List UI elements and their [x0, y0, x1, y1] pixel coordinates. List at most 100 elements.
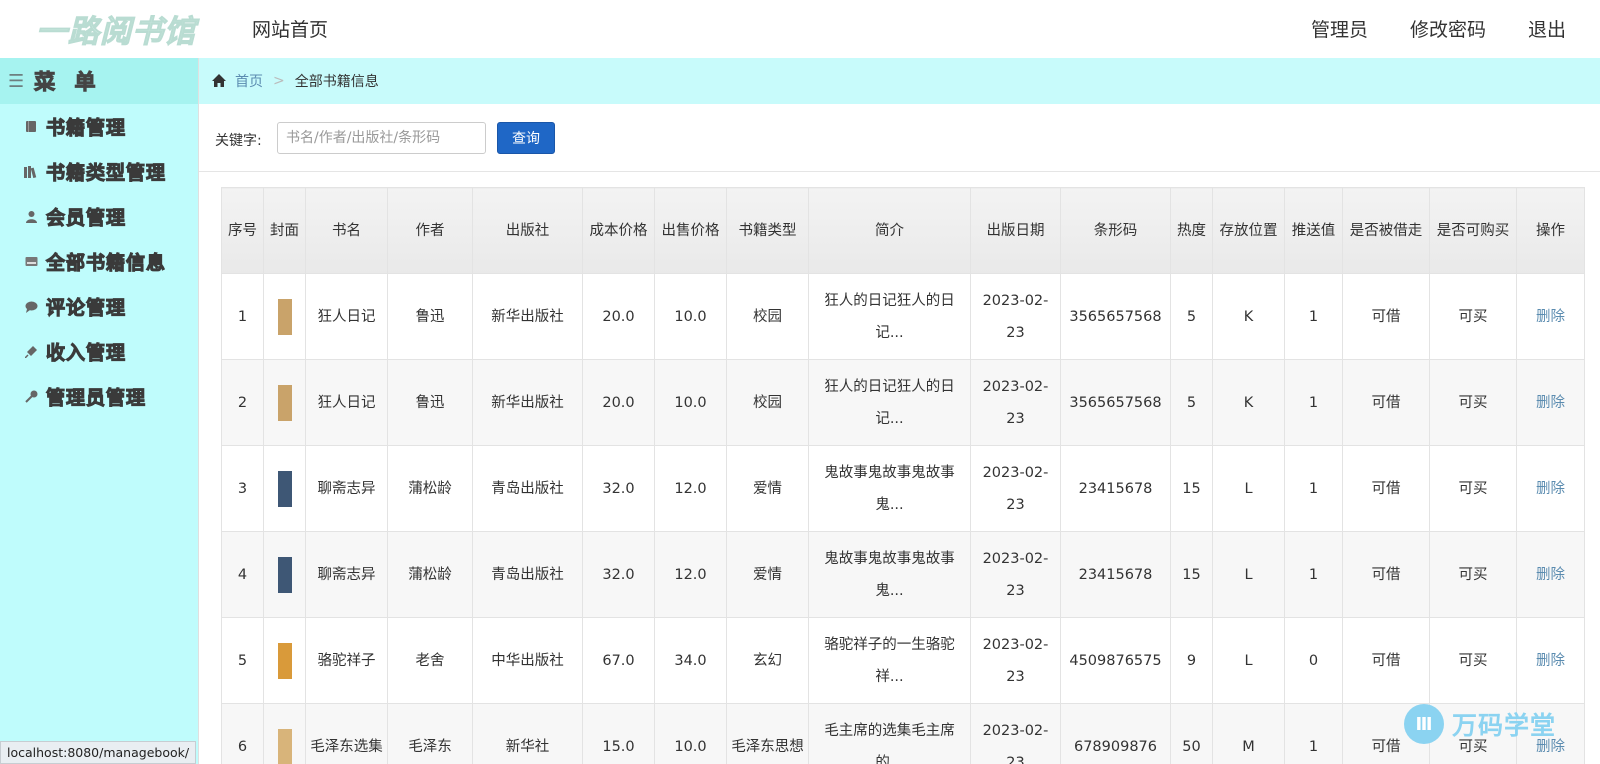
cell-barcode: 23415678	[1060, 445, 1171, 532]
cell-barcode: 678909876	[1060, 703, 1171, 764]
cell-cost-price: 32.0	[582, 531, 655, 618]
cell-sale-price: 12.0	[654, 531, 727, 618]
column-header: 是否可购买	[1429, 187, 1517, 274]
sidebar-item-admin-management[interactable]: 管理员管理	[0, 374, 198, 419]
cell-location: L	[1212, 617, 1285, 704]
column-header: 书名	[305, 187, 388, 274]
logout-link[interactable]: 退出	[1528, 15, 1566, 42]
cell-intro: 鬼故事鬼故事鬼故事鬼...	[808, 445, 971, 532]
cell-book-type: 毛泽东思想	[726, 703, 809, 764]
cell-cost-price: 20.0	[582, 359, 655, 446]
breadcrumb: 首页 > 全部书籍信息	[199, 58, 1600, 104]
cell-push-value: 1	[1284, 703, 1343, 764]
sidebar-item-book-type-management[interactable]: 书籍类型管理	[0, 149, 198, 194]
cell-index: 5	[221, 617, 264, 704]
cell-heat: 15	[1170, 445, 1213, 532]
site-logo[interactable]: 一路阅书馆	[36, 6, 196, 51]
cell-buyable: 可买	[1429, 531, 1517, 618]
column-header: 存放位置	[1212, 187, 1285, 274]
cell-index: 1	[221, 273, 264, 360]
cell-index: 4	[221, 531, 264, 618]
cell-author: 毛泽东	[387, 703, 473, 764]
cell-buyable: 可买	[1429, 273, 1517, 360]
cell-cover	[263, 273, 306, 360]
delete-link[interactable]: 删除	[1536, 567, 1565, 583]
cell-sale-price: 10.0	[654, 359, 727, 446]
cell-publisher: 青岛出版社	[472, 445, 583, 532]
admin-link[interactable]: 管理员	[1311, 15, 1368, 42]
sidebar-item-comment-management[interactable]: 评论管理	[0, 284, 198, 329]
sidebar-item-book-management[interactable]: 书籍管理	[0, 104, 198, 149]
cell-action: 删除	[1516, 531, 1585, 618]
sidebar-item-member-management[interactable]: 会员管理	[0, 194, 198, 239]
table-row: 2 狂人日记 鲁迅 新华出版社 20.0 10.0 校园 狂人的日记狂人的日记... 2023-…	[221, 359, 1585, 446]
cell-intro: 狂人的日记狂人的日记...	[808, 359, 971, 446]
watermark: Ⅲ 万码学堂	[1404, 704, 1556, 744]
cell-intro: 骆驼祥子的一生骆驼祥...	[808, 617, 971, 704]
column-header: 出版社	[472, 187, 583, 274]
column-header: 热度	[1170, 187, 1213, 274]
table-row: 3 聊斋志异 蒲松龄 青岛出版社 32.0 12.0 爱情 鬼故事鬼故事鬼故事鬼... 2023…	[221, 445, 1585, 532]
book-cover-image	[277, 384, 292, 421]
cell-action: 删除	[1516, 273, 1585, 360]
sidebar-item-label: 书籍类型管理	[45, 162, 167, 185]
table-row: 5 骆驼祥子 老舍 中华出版社 67.0 34.0 玄幻 骆驼祥子的一生骆驼祥... 2023-…	[221, 617, 1585, 704]
cell-title: 聊斋志异	[305, 445, 388, 532]
cell-title: 狂人日记	[305, 359, 388, 446]
book-cover-image	[277, 556, 292, 593]
cell-publish-date: 2023-02-23	[970, 445, 1061, 532]
cell-action: 删除	[1516, 445, 1585, 532]
cell-location: K	[1212, 273, 1285, 360]
delete-link[interactable]: 删除	[1536, 481, 1565, 497]
user-icon	[24, 210, 38, 224]
cell-cover	[263, 359, 306, 446]
sidebar-item-income-management[interactable]: 收入管理	[0, 329, 198, 374]
cell-sale-price: 10.0	[654, 703, 727, 764]
cell-author: 鲁迅	[387, 359, 473, 446]
delete-link[interactable]: 删除	[1536, 653, 1565, 669]
column-header: 操作	[1516, 187, 1585, 274]
cell-cover	[263, 617, 306, 704]
book-cover-image	[277, 298, 292, 335]
column-header: 出版日期	[970, 187, 1061, 274]
cell-index: 2	[221, 359, 264, 446]
plug-icon	[24, 345, 38, 359]
query-button[interactable]: 查询	[497, 122, 555, 154]
cell-index: 6	[221, 703, 264, 764]
cell-publish-date: 2023-02-23	[970, 359, 1061, 446]
site-home-link[interactable]: 网站首页	[252, 15, 328, 42]
cell-book-type: 玄幻	[726, 617, 809, 704]
home-icon	[211, 73, 227, 89]
cell-location: L	[1212, 531, 1285, 618]
cell-push-value: 1	[1284, 531, 1343, 618]
sidebar-item-all-books[interactable]: 全部书籍信息	[0, 239, 198, 284]
cell-intro: 狂人的日记狂人的日记...	[808, 273, 971, 360]
table-row: 4 聊斋志异 蒲松龄 青岛出版社 32.0 12.0 爱情 鬼故事鬼故事鬼故事鬼... 2023…	[221, 531, 1585, 618]
cell-heat: 9	[1170, 617, 1213, 704]
keyword-search-input[interactable]	[277, 122, 486, 154]
cell-intro: 鬼故事鬼故事鬼故事鬼...	[808, 531, 971, 618]
cell-publish-date: 2023-02-23	[970, 273, 1061, 360]
breadcrumb-home-link[interactable]: 首页	[235, 71, 263, 91]
sidebar-item-label: 收入管理	[45, 342, 127, 365]
cell-title: 骆驼祥子	[305, 617, 388, 704]
delete-link[interactable]: 删除	[1536, 309, 1565, 325]
sidebar-menu-header[interactable]: ☰ 菜 单	[0, 58, 198, 104]
cell-heat: 5	[1170, 273, 1213, 360]
cell-push-value: 1	[1284, 445, 1343, 532]
cell-title: 狂人日记	[305, 273, 388, 360]
books-table: 序号 封面 书名 作者 出版社 成本价格 出售价格 书籍类型 简介 出版日期 条…	[221, 187, 1585, 764]
watermark-text: 万码学堂	[1452, 711, 1557, 740]
book-cover-image	[277, 470, 292, 507]
cell-title: 毛泽东选集	[305, 703, 388, 764]
breadcrumb-current: 全部书籍信息	[294, 74, 379, 90]
cell-publisher: 新华出版社	[472, 359, 583, 446]
key-icon	[24, 390, 38, 404]
change-password-link[interactable]: 修改密码	[1410, 15, 1486, 42]
sidebar-menu-title: 菜 单	[34, 70, 102, 95]
cell-cover	[263, 445, 306, 532]
sidebar-item-label: 评论管理	[45, 297, 127, 320]
cell-action: 删除	[1516, 617, 1585, 704]
delete-link[interactable]: 删除	[1536, 395, 1565, 411]
cell-location: K	[1212, 359, 1285, 446]
